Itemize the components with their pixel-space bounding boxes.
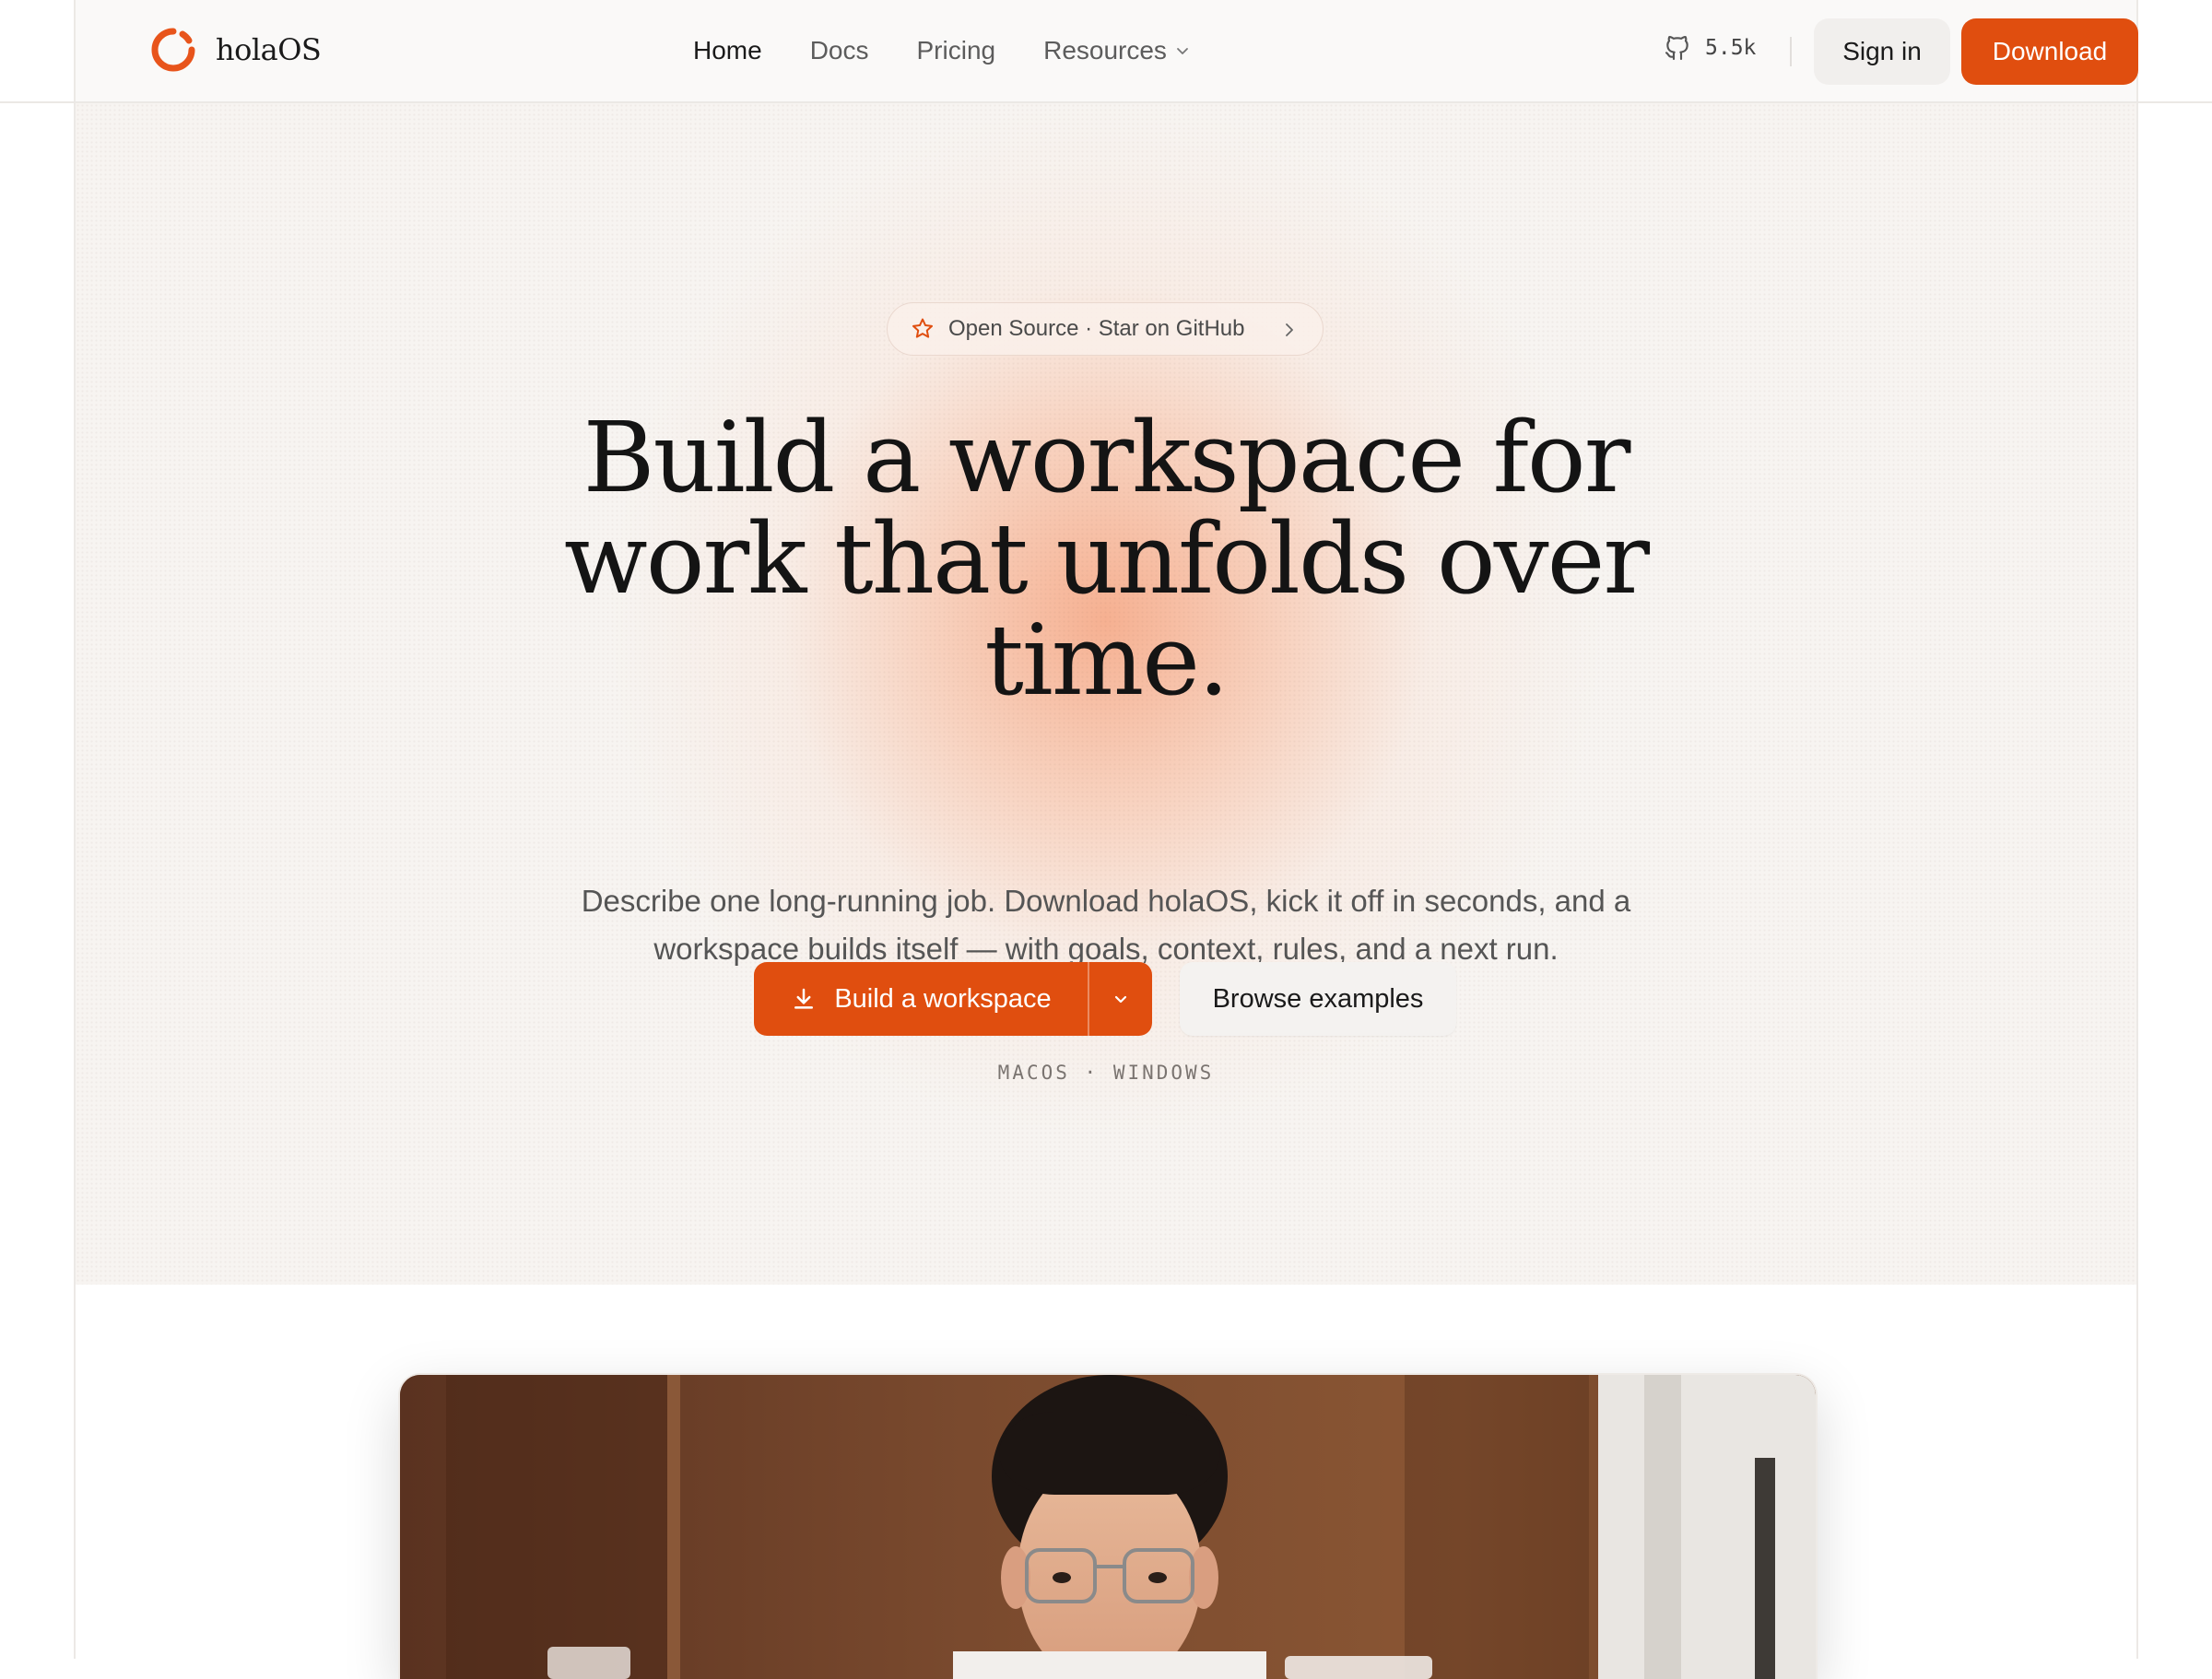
hero-title-line: work that unfolds over xyxy=(563,502,1650,616)
hero-subtitle-line: Describe one long-running job. Download … xyxy=(581,884,1631,918)
page-frame-right xyxy=(2136,0,2138,1659)
site-header: holaOS Home Docs Pricing Resources 5.5k … xyxy=(76,0,2138,103)
nav-docs[interactable]: Docs xyxy=(810,36,869,65)
open-source-badge[interactable]: Open Source · Star on GitHub xyxy=(887,302,1324,356)
chevron-right-icon xyxy=(1286,323,1293,336)
logo-icon xyxy=(151,28,195,72)
brand-logo[interactable]: holaOS xyxy=(149,26,322,74)
main-nav: Home Docs Pricing Resources xyxy=(693,0,1191,101)
nav-resources[interactable]: Resources xyxy=(1043,36,1191,65)
header-divider xyxy=(1790,37,1792,66)
github-icon xyxy=(1665,36,1688,61)
chevron-down-icon xyxy=(1114,995,1127,1004)
hero-title-line: Build a workspace for xyxy=(582,401,1631,514)
github-star-count: 5.5k xyxy=(1705,36,1757,60)
chevron-down-icon xyxy=(1177,48,1188,54)
nav-home[interactable]: Home xyxy=(693,36,762,65)
person-photo xyxy=(400,1375,1816,1679)
badge-label: Open Source · Star on GitHub xyxy=(948,316,1245,341)
header-border-right xyxy=(2136,101,2212,103)
star-icon xyxy=(912,318,934,338)
github-stars-link[interactable]: 5.5k xyxy=(1663,33,1756,63)
nav-resources-label: Resources xyxy=(1043,36,1167,65)
browse-examples-button[interactable]: Browse examples xyxy=(1180,962,1456,1036)
header-border-left xyxy=(0,101,76,103)
sign-in-button[interactable]: Sign in xyxy=(1814,18,1950,85)
hero-section: Open Source · Star on GitHub Build a wor… xyxy=(76,103,2136,1285)
hero-title: Build a workspace for work that unfolds … xyxy=(76,407,2136,711)
hero-media-image xyxy=(398,1373,1818,1679)
hero-title-line: time. xyxy=(984,604,1229,717)
build-workspace-split-button: Build a workspace xyxy=(754,962,1152,1036)
build-workspace-button[interactable]: Build a workspace xyxy=(754,962,1088,1036)
download-button[interactable]: Download xyxy=(1961,18,2138,85)
nav-pricing[interactable]: Pricing xyxy=(917,36,996,65)
build-workspace-label: Build a workspace xyxy=(834,983,1052,1014)
hero-subtitle: Describe one long-running job. Download … xyxy=(76,877,2136,973)
brand-name: holaOS xyxy=(216,32,322,67)
platform-dropdown-toggle[interactable] xyxy=(1089,962,1152,1036)
download-icon xyxy=(794,988,814,1009)
supported-platforms: MACOS · WINDOWS xyxy=(997,1062,1215,1084)
